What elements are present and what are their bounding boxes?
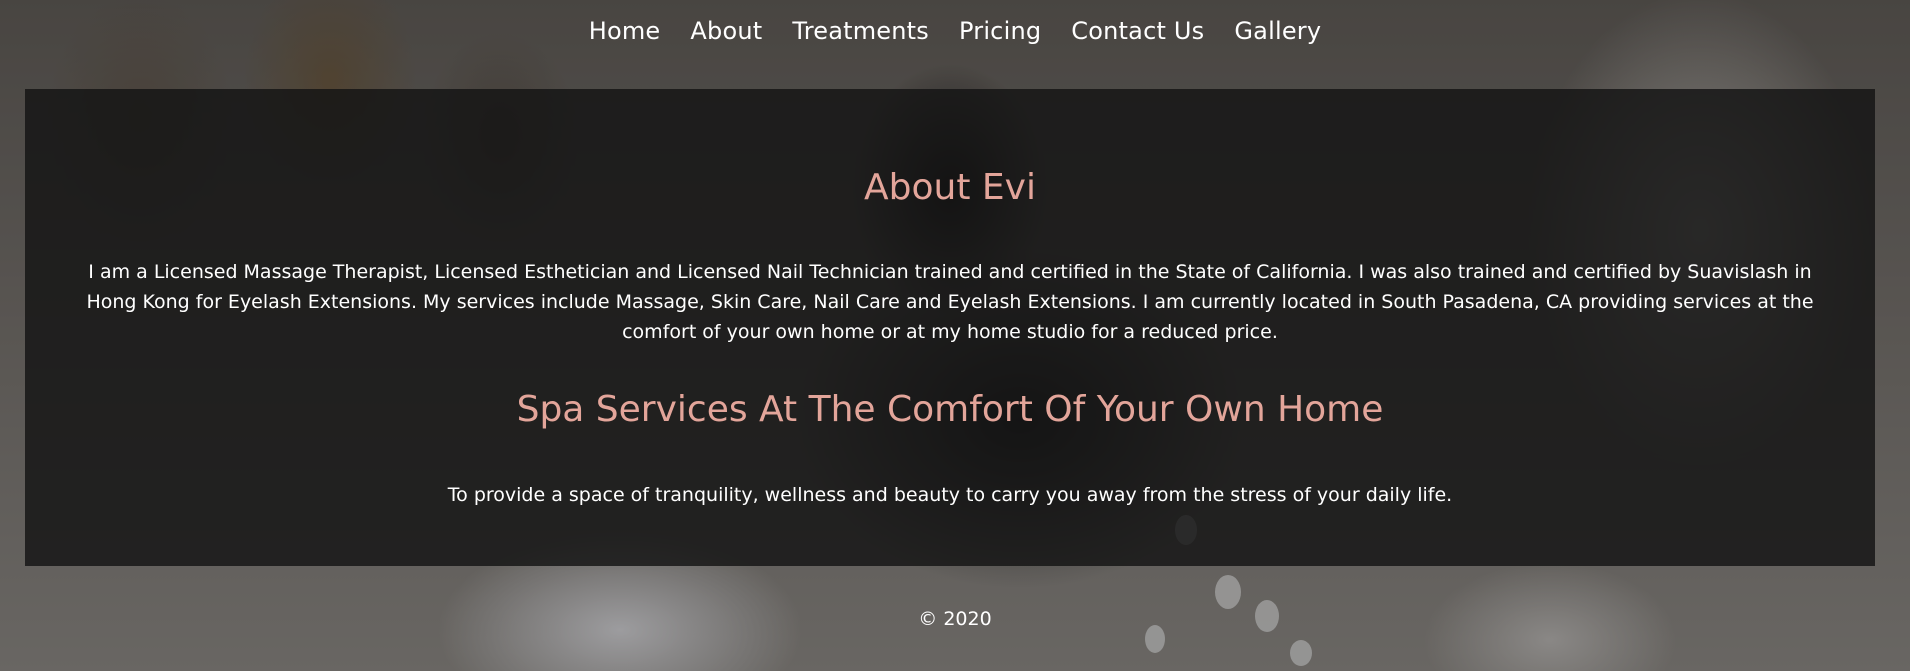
nav-item-about[interactable]: About: [690, 17, 762, 45]
about-paragraph: I am a Licensed Massage Therapist, Licen…: [86, 261, 1814, 343]
content-panel: About Evi I am a Licensed Massage Therap…: [25, 89, 1875, 566]
nav-item-home[interactable]: Home: [589, 17, 661, 45]
nav-item-pricing[interactable]: Pricing: [959, 17, 1041, 45]
about-heading: About Evi: [864, 167, 1036, 208]
nav-item-contact-us[interactable]: Contact Us: [1071, 17, 1204, 45]
nav-item-gallery[interactable]: Gallery: [1234, 17, 1321, 45]
footer-copyright: © 2020: [918, 608, 992, 630]
nav-item-treatments[interactable]: Treatments: [792, 17, 929, 45]
services-heading: Spa Services At The Comfort Of Your Own …: [516, 389, 1384, 430]
mission-paragraph: To provide a space of tranquility, welln…: [447, 484, 1453, 506]
main-nav: Home About Treatments Pricing Contact Us…: [0, 0, 1910, 62]
